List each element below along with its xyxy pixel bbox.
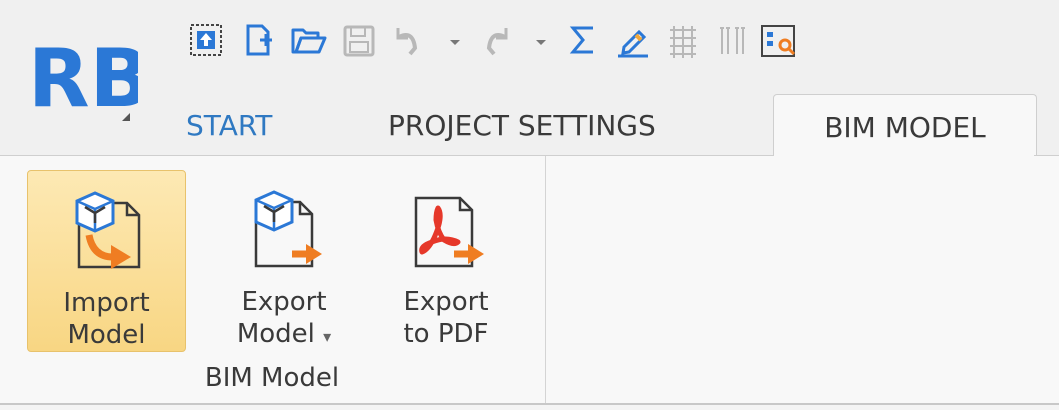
app-logo-button[interactable]: RB (26, 28, 138, 126)
import-model-label: Import Model (63, 288, 150, 350)
undo-button[interactable] (386, 18, 432, 64)
tab-bim-model[interactable]: BIM MODEL (773, 94, 1037, 157)
grid-button[interactable] (660, 18, 706, 64)
ribbon-bottom-border (0, 403, 1059, 405)
export-model-button[interactable]: Export Model ▾ (213, 170, 355, 352)
import-model-button[interactable]: Import Model (27, 170, 186, 352)
upload-button[interactable] (186, 18, 232, 64)
grid-icon (670, 26, 696, 58)
rb-logo-icon: RB (28, 32, 138, 125)
columns-button[interactable] (710, 18, 756, 64)
save-button[interactable] (336, 18, 382, 64)
save-icon (343, 25, 375, 57)
sum-button[interactable] (560, 18, 606, 64)
new-file-button[interactable] (236, 18, 282, 64)
edit-icon (618, 29, 648, 58)
svg-text:RB: RB (28, 32, 138, 125)
export-model-icon (254, 190, 322, 268)
edit-button[interactable] (610, 18, 656, 64)
sum-icon (569, 26, 593, 54)
preview-icon (761, 25, 796, 57)
redo-icon (486, 28, 508, 56)
app-window: RB START PROJECT SETTINGS BIM MODEL Impo… (0, 0, 1059, 410)
open-folder-icon (291, 28, 327, 54)
redo-button[interactable] (472, 18, 518, 64)
import-model-icon (75, 191, 140, 269)
title-area: RB START PROJECT SETTINGS BIM MODEL (0, 0, 1059, 157)
tab-project-settings[interactable]: PROJECT SETTINGS (388, 96, 656, 156)
export-pdf-icon (414, 196, 484, 268)
chevron-down-icon: ▾ (323, 327, 332, 346)
export-to-pdf-button[interactable]: Export to PDF (381, 170, 511, 352)
group-separator (545, 156, 546, 404)
columns-icon (720, 27, 745, 54)
group-label-bim-model: BIM Model (204, 363, 340, 393)
export-to-pdf-label: Export to PDF (403, 287, 489, 349)
preview-button[interactable] (754, 18, 800, 64)
redo-dropdown-button[interactable] (518, 18, 564, 64)
new-file-icon (246, 24, 272, 56)
upload-icon (190, 24, 222, 56)
tab-start[interactable]: START (186, 96, 272, 156)
ribbon-group-bim-model: Import Model Export Model ▾ Export to PD… (0, 156, 544, 404)
ribbon-panel: Import Model Export Model ▾ Export to PD… (0, 156, 1059, 404)
quick-access-toolbar (186, 18, 1059, 64)
redo-dropdown-icon (536, 40, 546, 45)
export-model-label: Export Model ▾ (236, 287, 332, 349)
open-folder-button[interactable] (286, 18, 332, 64)
undo-icon (396, 28, 418, 56)
